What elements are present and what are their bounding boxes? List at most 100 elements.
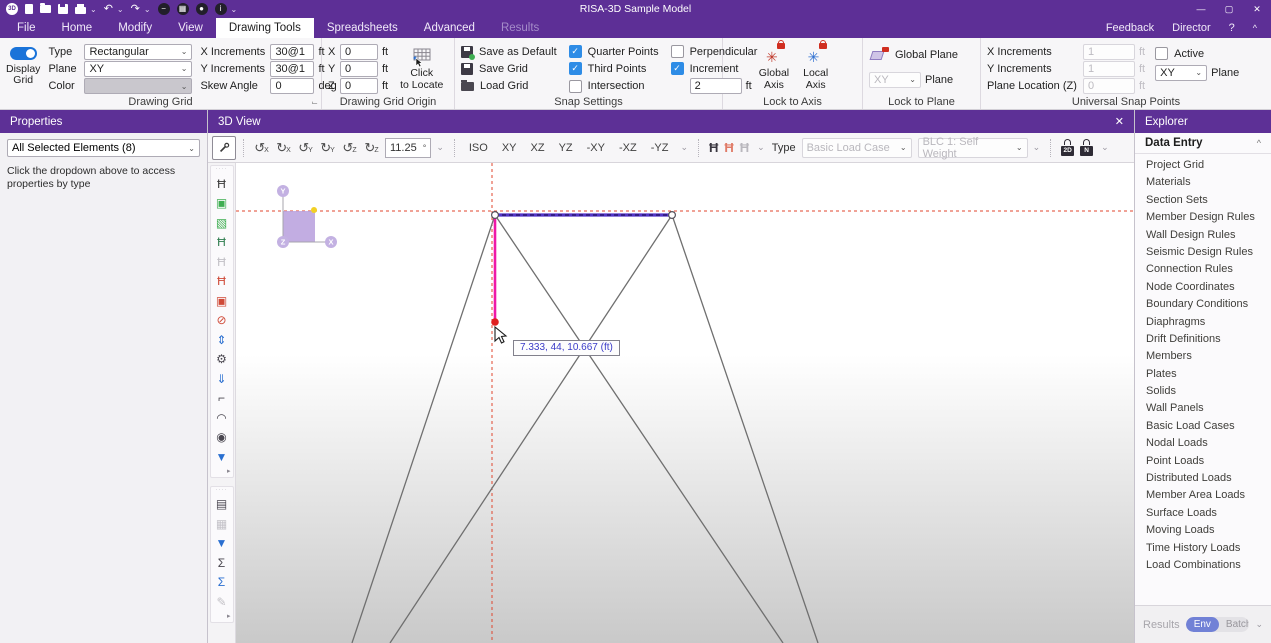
redo-icon[interactable]: ↷ xyxy=(131,2,140,16)
tab-file[interactable]: File xyxy=(4,18,49,38)
delete-plates-icon[interactable]: ▣ xyxy=(212,291,232,311)
spreadsheet-view-icon[interactable]: ▤ xyxy=(212,495,232,515)
batch-mode-button[interactable]: Batch xyxy=(1219,617,1250,632)
results-filter-icon[interactable]: ▼ xyxy=(212,534,232,554)
explorer-item-nodal-loads[interactable]: Nodal Loads xyxy=(1135,435,1271,452)
rotate-cw-x-button[interactable]: ↻X xyxy=(273,137,295,159)
global-plane-button[interactable]: Global Plane xyxy=(869,45,976,64)
info-icon[interactable]: i xyxy=(215,2,227,16)
locks-more-chevron-icon[interactable]: ⌄ xyxy=(1098,142,1112,153)
delete-members-icon[interactable]: Ħ xyxy=(212,272,232,292)
save-icon[interactable] xyxy=(58,2,68,16)
snapshot-icon[interactable]: ● xyxy=(196,2,208,16)
close-view-icon[interactable]: ✕ xyxy=(1111,115,1128,128)
print-menu-chevron-icon[interactable]: ⌄ xyxy=(90,2,97,16)
spreadsheet-icon[interactable]: ▦ xyxy=(177,2,189,16)
toolbar-more-icon[interactable]: ▸ xyxy=(227,467,231,475)
env-mode-button[interactable]: Env xyxy=(1186,617,1219,632)
rotate-cw-z-button[interactable]: ↻Z xyxy=(361,137,383,159)
sum-selected-icon[interactable]: Σ xyxy=(212,573,232,593)
minimize-button[interactable]: — xyxy=(1187,0,1215,18)
draw-wall-panels-icon[interactable]: ▧ xyxy=(212,213,232,233)
rotate-ccw-z-button[interactable]: ↺Z xyxy=(339,137,361,159)
quarter-points-checkbox[interactable]: ✓ Quarter Points xyxy=(569,43,659,60)
help-button[interactable]: ? xyxy=(1229,22,1235,34)
explorer-item-member-design-rules[interactable]: Member Design Rules xyxy=(1135,209,1271,226)
tab-modify[interactable]: Modify xyxy=(105,18,165,38)
save-view-icon[interactable]: ⇓ xyxy=(212,369,232,389)
view-yz-button[interactable]: -YZ xyxy=(644,137,676,159)
explorer-item-basic-load-cases[interactable]: Basic Load Cases xyxy=(1135,418,1271,435)
global-axis-button[interactable]: ✳ Global Axis xyxy=(755,43,793,95)
toolbar-more-icon[interactable]: ▸ xyxy=(227,612,231,620)
rotate-angle-spinner[interactable]: 11.25 ° xyxy=(385,138,431,158)
explorer-item-section-sets[interactable]: Section Sets xyxy=(1135,192,1271,209)
move-nodes-icon[interactable]: ⇕ xyxy=(212,330,232,350)
tab-view[interactable]: View xyxy=(165,18,216,38)
data-entry-section-header[interactable]: Data Entry ^ xyxy=(1135,133,1271,154)
model-canvas[interactable]: ····Ħ▣▧ĦĦĦ▣⊘⇕⚙⇓⌐◠◉▼▸ ····▤▦▼ΣΣ✎▸ YZX 7.3… xyxy=(208,163,1134,643)
explorer-item-materials[interactable]: Materials xyxy=(1135,174,1271,191)
lock-nodes-icon[interactable]: N xyxy=(1079,139,1094,157)
draw-members-icon[interactable]: Ħ xyxy=(212,174,232,194)
tab-results[interactable]: Results xyxy=(488,18,552,38)
dialog-launcher-icon[interactable]: ⌙ xyxy=(311,98,318,107)
lock-hide-icon[interactable]: ◠ xyxy=(212,408,232,428)
grid-type-select[interactable]: Rectangular⌄ xyxy=(84,44,192,60)
show-loads-off-icon[interactable]: Ħ xyxy=(737,140,752,155)
grid-color-select[interactable]: ⌄ xyxy=(84,78,192,94)
explorer-item-boundary-conditions[interactable]: Boundary Conditions xyxy=(1135,296,1271,313)
origin-z-input[interactable] xyxy=(340,78,378,94)
member-settings-gear-icon[interactable]: ⚙ xyxy=(212,350,232,370)
view-xy-button[interactable]: -XY xyxy=(580,137,612,159)
universal-active-checkbox[interactable]: Active xyxy=(1155,44,1239,63)
view-xz-button[interactable]: -XZ xyxy=(612,137,644,159)
universal-plane-select[interactable]: XY⌄ xyxy=(1155,65,1207,81)
view-iso-button[interactable]: ISO xyxy=(462,137,495,159)
explorer-item-project-grid[interactable]: Project Grid xyxy=(1135,157,1271,174)
collapse-ribbon-button[interactable]: ^ xyxy=(1253,23,1257,33)
draw-solids-icon[interactable]: Ħ xyxy=(212,252,232,272)
close-button[interactable]: ✕ xyxy=(1243,0,1271,18)
click-to-locate-button[interactable]: Click to Locate xyxy=(396,43,447,95)
unlock-icon[interactable]: ⌐ xyxy=(212,389,232,409)
view-xz-button[interactable]: XZ xyxy=(524,137,552,159)
draw-plates-icon[interactable]: ▣ xyxy=(212,194,232,214)
sum-icon[interactable]: Σ xyxy=(212,553,232,573)
explorer-item-plates[interactable]: Plates xyxy=(1135,366,1271,383)
undo-icon[interactable]: ↶ xyxy=(104,2,113,16)
y-increments-input[interactable] xyxy=(270,61,314,77)
explorer-item-node-coordinates[interactable]: Node Coordinates xyxy=(1135,279,1271,296)
explorer-item-wall-design-rules[interactable]: Wall Design Rules xyxy=(1135,227,1271,244)
explorer-item-seismic-design-rules[interactable]: Seismic Design Rules xyxy=(1135,244,1271,261)
origin-x-input[interactable] xyxy=(340,44,378,60)
explorer-item-solids[interactable]: Solids xyxy=(1135,383,1271,400)
views-more-chevron-icon[interactable]: ⌄ xyxy=(677,142,691,153)
tab-spreadsheets[interactable]: Spreadsheets xyxy=(314,18,411,38)
modify-members-icon[interactable]: Ħ xyxy=(212,233,232,253)
delete-slash-icon[interactable]: ⊘ xyxy=(212,311,232,331)
tab-drawing-tools[interactable]: Drawing Tools xyxy=(216,18,314,38)
filter-icon[interactable]: ▼ xyxy=(212,447,232,467)
view-xy-button[interactable]: XY xyxy=(495,137,524,159)
save-grid-button[interactable]: Save Grid xyxy=(461,60,557,77)
tab-home[interactable]: Home xyxy=(49,18,106,38)
visibility-eye-icon[interactable]: ◉ xyxy=(212,428,232,448)
rotate-more-chevron-icon[interactable]: ⌄ xyxy=(433,142,447,153)
explorer-item-member-area-loads[interactable]: Member Area Loads xyxy=(1135,487,1271,504)
intersection-checkbox[interactable]: Intersection xyxy=(569,78,659,95)
maximize-button[interactable]: ▢ xyxy=(1215,0,1243,18)
explorer-item-moving-loads[interactable]: Moving Loads xyxy=(1135,522,1271,539)
local-axis-button[interactable]: ✳ Local Axis xyxy=(799,43,832,95)
rotate-ccw-x-button[interactable]: ↺X xyxy=(251,137,273,159)
snapshot-view-icon[interactable]: ▦ xyxy=(212,514,232,534)
new-file-icon[interactable] xyxy=(25,2,33,16)
view-yz-button[interactable]: YZ xyxy=(552,137,580,159)
blc-more-chevron-icon[interactable]: ⌄ xyxy=(1030,142,1044,153)
explorer-item-diaphragms[interactable]: Diaphragms xyxy=(1135,314,1271,331)
collapse-section-icon[interactable]: ^ xyxy=(1257,138,1261,148)
open-file-icon[interactable] xyxy=(40,2,51,16)
view-settings-wrench-button[interactable] xyxy=(212,136,236,160)
rotate-cw-y-button[interactable]: ↻Y xyxy=(317,137,339,159)
explorer-item-members[interactable]: Members xyxy=(1135,348,1271,365)
